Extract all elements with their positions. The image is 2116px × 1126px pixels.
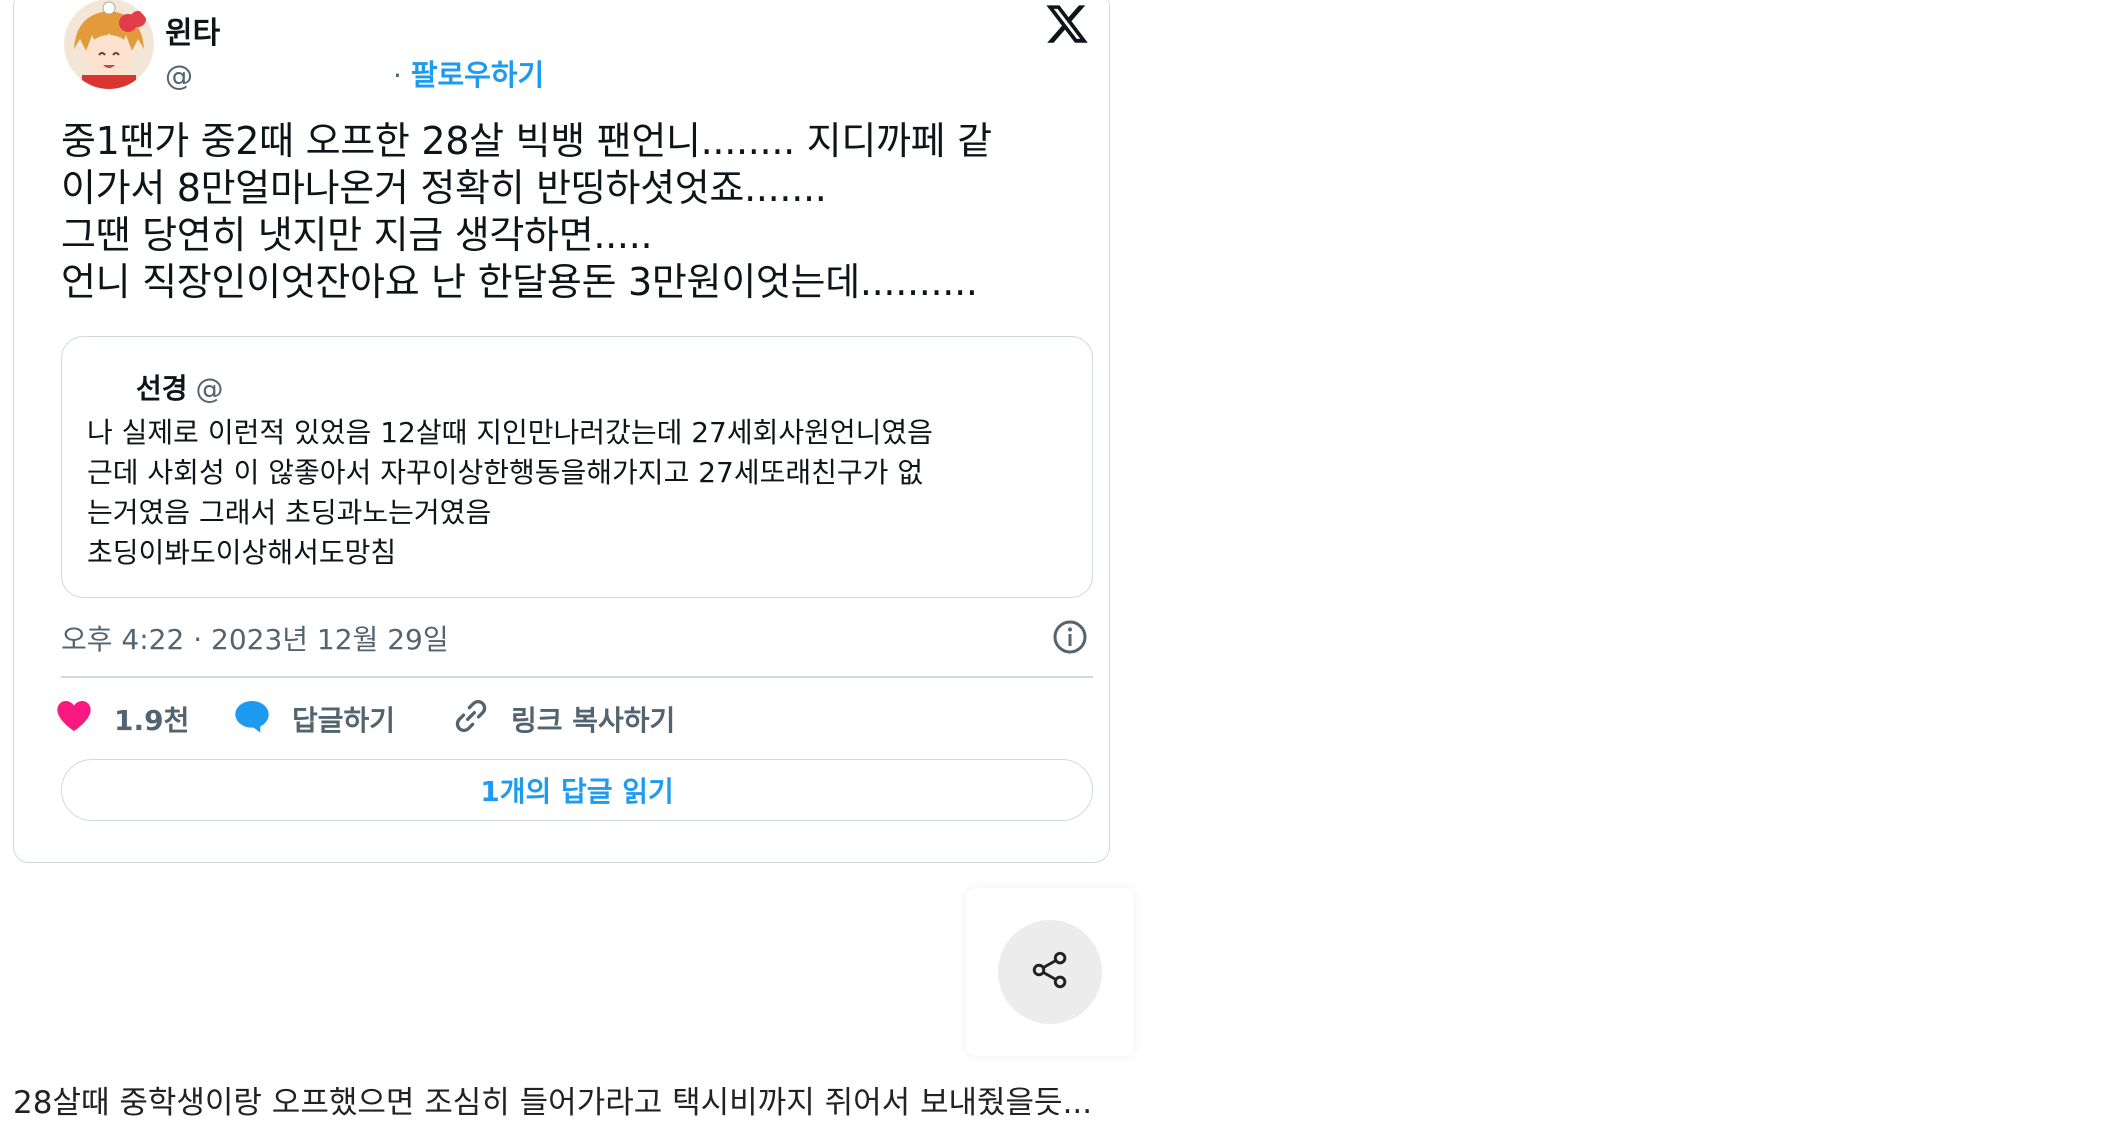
speech-bubble-icon	[232, 696, 292, 743]
author-avatar[interactable]	[64, 0, 154, 89]
heart-icon	[54, 696, 114, 743]
quoted-tweet-text: 나 실제로 이런적 있었음 12살때 지인만나러갔는데 27세회사원언니였음 근…	[87, 416, 933, 569]
author-name[interactable]: 윈타	[165, 8, 220, 52]
divider	[61, 676, 1093, 678]
copy-link-button[interactable]: 링크 복사하기	[451, 699, 675, 739]
share-panel	[966, 888, 1134, 1056]
author-handle-row: @ · 팔로우하기	[165, 52, 544, 94]
quoted-tweet-card[interactable]: 선경 @ 나 실제로 이런적 있었음 12살때 지인만나러갔는데 27세회사원언니…	[61, 336, 1093, 598]
quoted-tweet-header: 선경 @	[136, 367, 224, 407]
tweet-text: 중1땐가 중2때 오프한 28살 빅뱅 팬언니........ 지디까페 같 이…	[61, 119, 992, 304]
copy-link-label: 링크 복사하기	[511, 704, 676, 737]
tweet-embed-card: 윈타 @ · 팔로우하기 중1땐가 중2때 오프한 28살 빅뱅 팬언니.....…	[13, 0, 1110, 863]
separator-dot: ·	[393, 59, 402, 92]
quoted-author-handle: @	[195, 372, 224, 405]
read-replies-button[interactable]: 1개의 답글 읽기	[61, 759, 1093, 821]
link-icon	[451, 696, 511, 743]
info-icon[interactable]	[1052, 619, 1088, 655]
x-logo-icon[interactable]	[1044, 1, 1090, 47]
reply-label: 답글하기	[292, 704, 396, 737]
share-icon	[1028, 948, 1072, 996]
share-button[interactable]	[998, 920, 1102, 1024]
like-button[interactable]: 1.9천	[54, 699, 189, 739]
like-count: 1.9천	[114, 704, 190, 737]
reply-button[interactable]: 답글하기	[232, 699, 395, 739]
post-comment-text: 28살때 중학생이랑 오프했으면 조심히 들어가라고 택시비까지 쥐어서 보내줬…	[13, 1085, 1093, 1121]
follow-link[interactable]: 팔로우하기	[411, 58, 544, 92]
quoted-author-name: 선경	[136, 372, 188, 405]
tweet-timestamp[interactable]: 오후 4:22 · 2023년 12월 29일	[61, 618, 449, 658]
author-handle[interactable]: @	[165, 59, 193, 92]
